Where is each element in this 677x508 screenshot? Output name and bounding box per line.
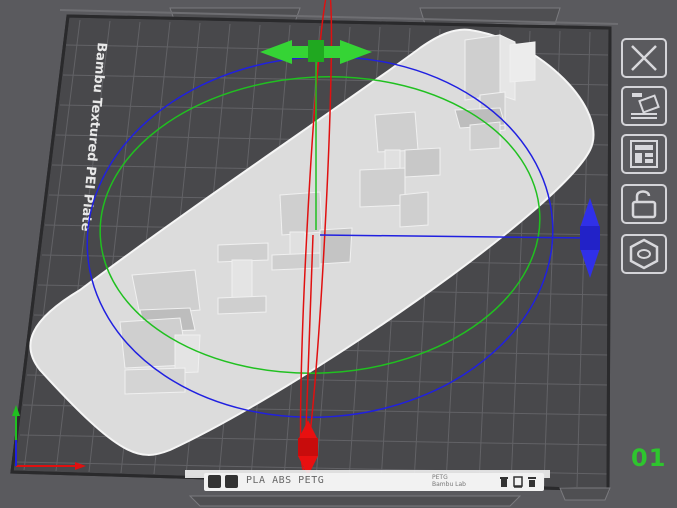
auto-orient-button[interactable] (621, 86, 667, 126)
filament-info-line1: PETG (432, 474, 448, 481)
close-plate-button[interactable] (621, 38, 667, 78)
plate-number-label: 01 (631, 444, 667, 472)
auto-orient-icon (631, 93, 660, 119)
plate-type-icon[interactable] (208, 475, 221, 488)
lock-plate-button[interactable] (621, 184, 667, 224)
filament-info-line2: Bambu Lab (432, 481, 466, 488)
trash-icon[interactable] (499, 476, 509, 488)
plate-filament-bar: PLA ABS PETG PETG Bambu Lab (204, 473, 544, 491)
filament-label: PLA ABS PETG (246, 475, 325, 486)
arrange-button[interactable] (621, 134, 667, 174)
filament-icon[interactable] (225, 475, 238, 488)
square-icon[interactable] (513, 476, 523, 488)
flush-icon[interactable] (527, 476, 537, 488)
plate-settings-icon (629, 238, 659, 270)
plate-settings-button[interactable] (621, 234, 667, 274)
lock-icon (631, 190, 657, 219)
close-icon (631, 45, 657, 71)
filament-info: PETG Bambu Lab (432, 474, 466, 488)
arrange-icon (630, 140, 658, 168)
